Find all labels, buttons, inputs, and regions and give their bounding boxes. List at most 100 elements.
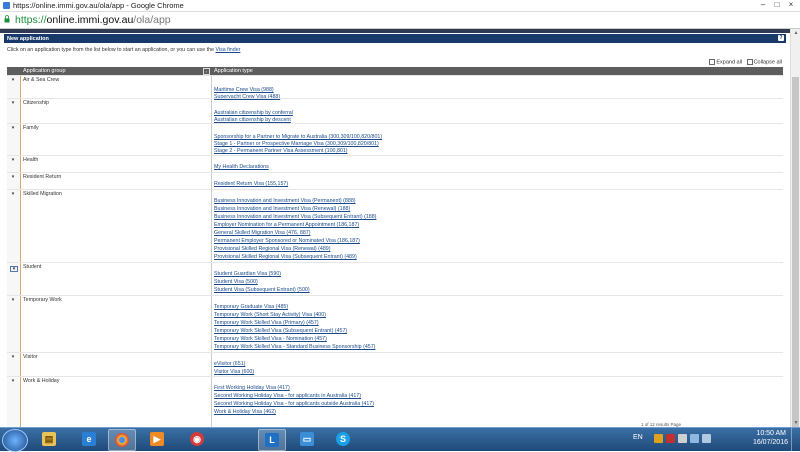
row-collapse-icon[interactable]: ▾ <box>10 174 16 180</box>
tray-app-icon[interactable] <box>654 434 663 443</box>
application-type-link[interactable]: Visitor Visa (600) <box>214 369 254 375</box>
windows-taskbar: ▤ e ▶ ◉ L ▭ S EN 10:50 AM 16/07/2016 <box>0 427 800 452</box>
application-type-link[interactable]: Permanent Employer Sponsored or Nominate… <box>214 238 360 244</box>
expand-all-icon <box>709 59 716 65</box>
application-type-link[interactable]: Student Visa (500) <box>214 279 258 285</box>
application-type-link[interactable]: Temporary Work Skilled Visa - Standard B… <box>214 344 375 350</box>
volume-icon[interactable] <box>702 434 711 443</box>
system-tray: EN 10:50 AM 16/07/2016 <box>630 428 800 451</box>
row-collapse-icon[interactable]: ▾ <box>10 157 16 163</box>
clock-date[interactable]: 16/07/2016 <box>753 439 788 446</box>
application-type-link[interactable]: General Skilled Migration Visa (476, 887… <box>214 230 310 236</box>
collapse-all-link[interactable]: Collapse all <box>754 59 782 65</box>
application-type-link[interactable]: Provisional Skilled Regional Visa (Subse… <box>214 254 357 260</box>
url-host: online.immi.gov.au <box>46 14 134 26</box>
application-type-link[interactable]: Second Working Holiday Visa - for applic… <box>214 401 374 407</box>
table-header: Application group ▫ Application type <box>7 67 783 75</box>
site-favicon-icon <box>3 2 10 9</box>
application-type-link[interactable]: Stage 2 - Permanent Partner Visa Assessm… <box>214 148 348 154</box>
application-type-link[interactable]: Maritime Crew Visa (988) <box>214 87 274 93</box>
column-header-type[interactable]: Application type <box>214 68 253 74</box>
group-name: Student <box>23 264 42 270</box>
page-scrollbar[interactable]: ▲ ▼ <box>790 29 800 429</box>
row-collapse-icon[interactable]: ▾ <box>10 266 18 272</box>
row-collapse-icon[interactable]: ▾ <box>10 100 16 106</box>
group-name: Work & Holiday <box>23 378 60 384</box>
row-collapse-icon[interactable]: ▾ <box>10 354 16 360</box>
instruction-text: Click on an application type from the li… <box>7 47 240 53</box>
network-icon[interactable] <box>690 434 699 443</box>
application-type-link[interactable]: eVisitor (651) <box>214 361 245 367</box>
folder-taskbar-icon[interactable]: ▭ <box>294 429 320 449</box>
row-collapse-icon[interactable]: ▾ <box>10 297 16 303</box>
table-row: ▾ Work & Holiday First Working Holiday V… <box>7 376 783 427</box>
help-icon[interactable]: ? <box>778 35 784 41</box>
application-type-link[interactable]: Business Innovation and Investment Visa … <box>214 198 356 204</box>
application-type-link[interactable]: Student Visa (Subsequent Entrant) (500) <box>214 287 310 293</box>
application-type-link[interactable]: Temporary Graduate Visa (485) <box>214 304 288 310</box>
table-row: ▾ Skilled Migration Business Innovation … <box>7 189 783 263</box>
row-collapse-icon[interactable]: ▾ <box>10 378 16 384</box>
application-type-link[interactable]: Provisional Skilled Regional Visa (Renew… <box>214 246 331 252</box>
show-desktop-button[interactable] <box>791 428 800 451</box>
application-type-link[interactable]: Resident Return Visa (155,157) <box>214 181 288 187</box>
table-row: ▾ Family Sponsorship for a Partner to Mi… <box>7 123 783 156</box>
address-bar[interactable]: https://online.immi.gov.au/ola/app <box>0 12 800 29</box>
minimize-button[interactable]: – <box>756 0 770 10</box>
start-button[interactable] <box>2 429 28 452</box>
application-type-link[interactable]: Second Working Holiday Visa - for applic… <box>214 393 361 399</box>
application-type-link[interactable]: Business Innovation and Investment Visa … <box>214 206 350 212</box>
application-type-link[interactable]: Temporary Work Skilled Visa (Primary) (4… <box>214 320 319 326</box>
table-row: ▾ Visitor eVisitor (651) Visitor Visa (6… <box>7 352 783 377</box>
application-type-link[interactable]: My Health Declarations <box>214 164 269 170</box>
application-type-link[interactable]: Stage 1 - Partner or Prospective Marriag… <box>214 141 379 147</box>
media-player-taskbar-icon[interactable]: ▶ <box>144 429 170 449</box>
file-explorer-taskbar-icon[interactable]: ▤ <box>36 429 62 449</box>
chrome-taskbar-icon[interactable] <box>108 429 136 451</box>
scroll-down-icon[interactable]: ▼ <box>791 419 800 427</box>
maximize-button[interactable]: □ <box>770 0 784 10</box>
application-type-link[interactable]: Temporary Work Skilled Visa - Nomination… <box>214 336 327 342</box>
panel-header: New application ? <box>4 34 786 43</box>
scroll-up-icon[interactable]: ▲ <box>791 29 800 37</box>
application-type-link[interactable]: Temporary Work Skilled Visa (Subsequent … <box>214 328 347 334</box>
group-name: Skilled Migration <box>23 191 62 197</box>
lync-taskbar-icon[interactable]: L <box>258 429 286 451</box>
table-row: ▾ Resident Return Resident Return Visa (… <box>7 172 783 190</box>
application-type-link[interactable]: Australian citizenship by conferral <box>214 110 293 116</box>
table-row: ▾ Student Student Guardian Visa (590) St… <box>7 262 783 296</box>
instruction-prefix: Click on an application type from the li… <box>7 47 216 53</box>
column-header-group[interactable]: Application group <box>23 68 66 74</box>
expand-collapse-controls: Expand all Collapse all <box>709 59 782 65</box>
close-button[interactable]: × <box>784 0 798 10</box>
internet-explorer-taskbar-icon[interactable]: e <box>76 429 102 449</box>
clock-time[interactable]: 10:50 AM <box>756 430 786 437</box>
application-type-link[interactable]: Sponsorship for a Partner to Migrate to … <box>214 134 382 140</box>
window-controls: – □ × <box>756 0 798 11</box>
row-collapse-icon[interactable]: ▾ <box>10 77 16 83</box>
site-header-stripe <box>0 29 790 33</box>
url-scheme: https:// <box>15 14 47 26</box>
application-type-link[interactable]: Student Guardian Visa (590) <box>214 271 281 277</box>
application-type-link[interactable]: Business Innovation and Investment Visa … <box>214 214 376 220</box>
column-menu-icon[interactable]: ▫ <box>203 68 210 75</box>
window-title: https://online.immi.gov.au/ola/app - Goo… <box>13 1 184 10</box>
expand-all-link[interactable]: Expand all <box>716 59 742 65</box>
visa-finder-link[interactable]: Visa finder <box>215 47 240 53</box>
row-collapse-icon[interactable]: ▾ <box>10 191 16 197</box>
tray-antivirus-icon[interactable] <box>666 434 675 443</box>
tray-flag-icon[interactable] <box>678 434 687 443</box>
application-type-link[interactable]: Work & Holiday Visa (462) <box>214 409 276 415</box>
table-row: ▾ Health My Health Declarations <box>7 155 783 173</box>
row-collapse-icon[interactable]: ▾ <box>10 125 16 131</box>
url-text[interactable]: https://online.immi.gov.au/ola/app <box>15 14 171 26</box>
skype-taskbar-icon[interactable]: S <box>330 429 356 449</box>
ubuntu-taskbar-icon[interactable]: ◉ <box>184 429 210 449</box>
panel-title: New application <box>7 35 49 42</box>
scrollbar-thumb[interactable] <box>792 77 799 429</box>
application-type-link[interactable]: First Working Holiday Visa (417) <box>214 385 290 391</box>
window-titlebar: https://online.immi.gov.au/ola/app - Goo… <box>0 0 800 12</box>
application-type-link[interactable]: Temporary Work (Short Stay Activity) Vis… <box>214 312 326 318</box>
application-type-link[interactable]: Employer Nomination for a Permanent Appo… <box>214 222 359 228</box>
language-indicator[interactable]: EN <box>633 434 643 441</box>
